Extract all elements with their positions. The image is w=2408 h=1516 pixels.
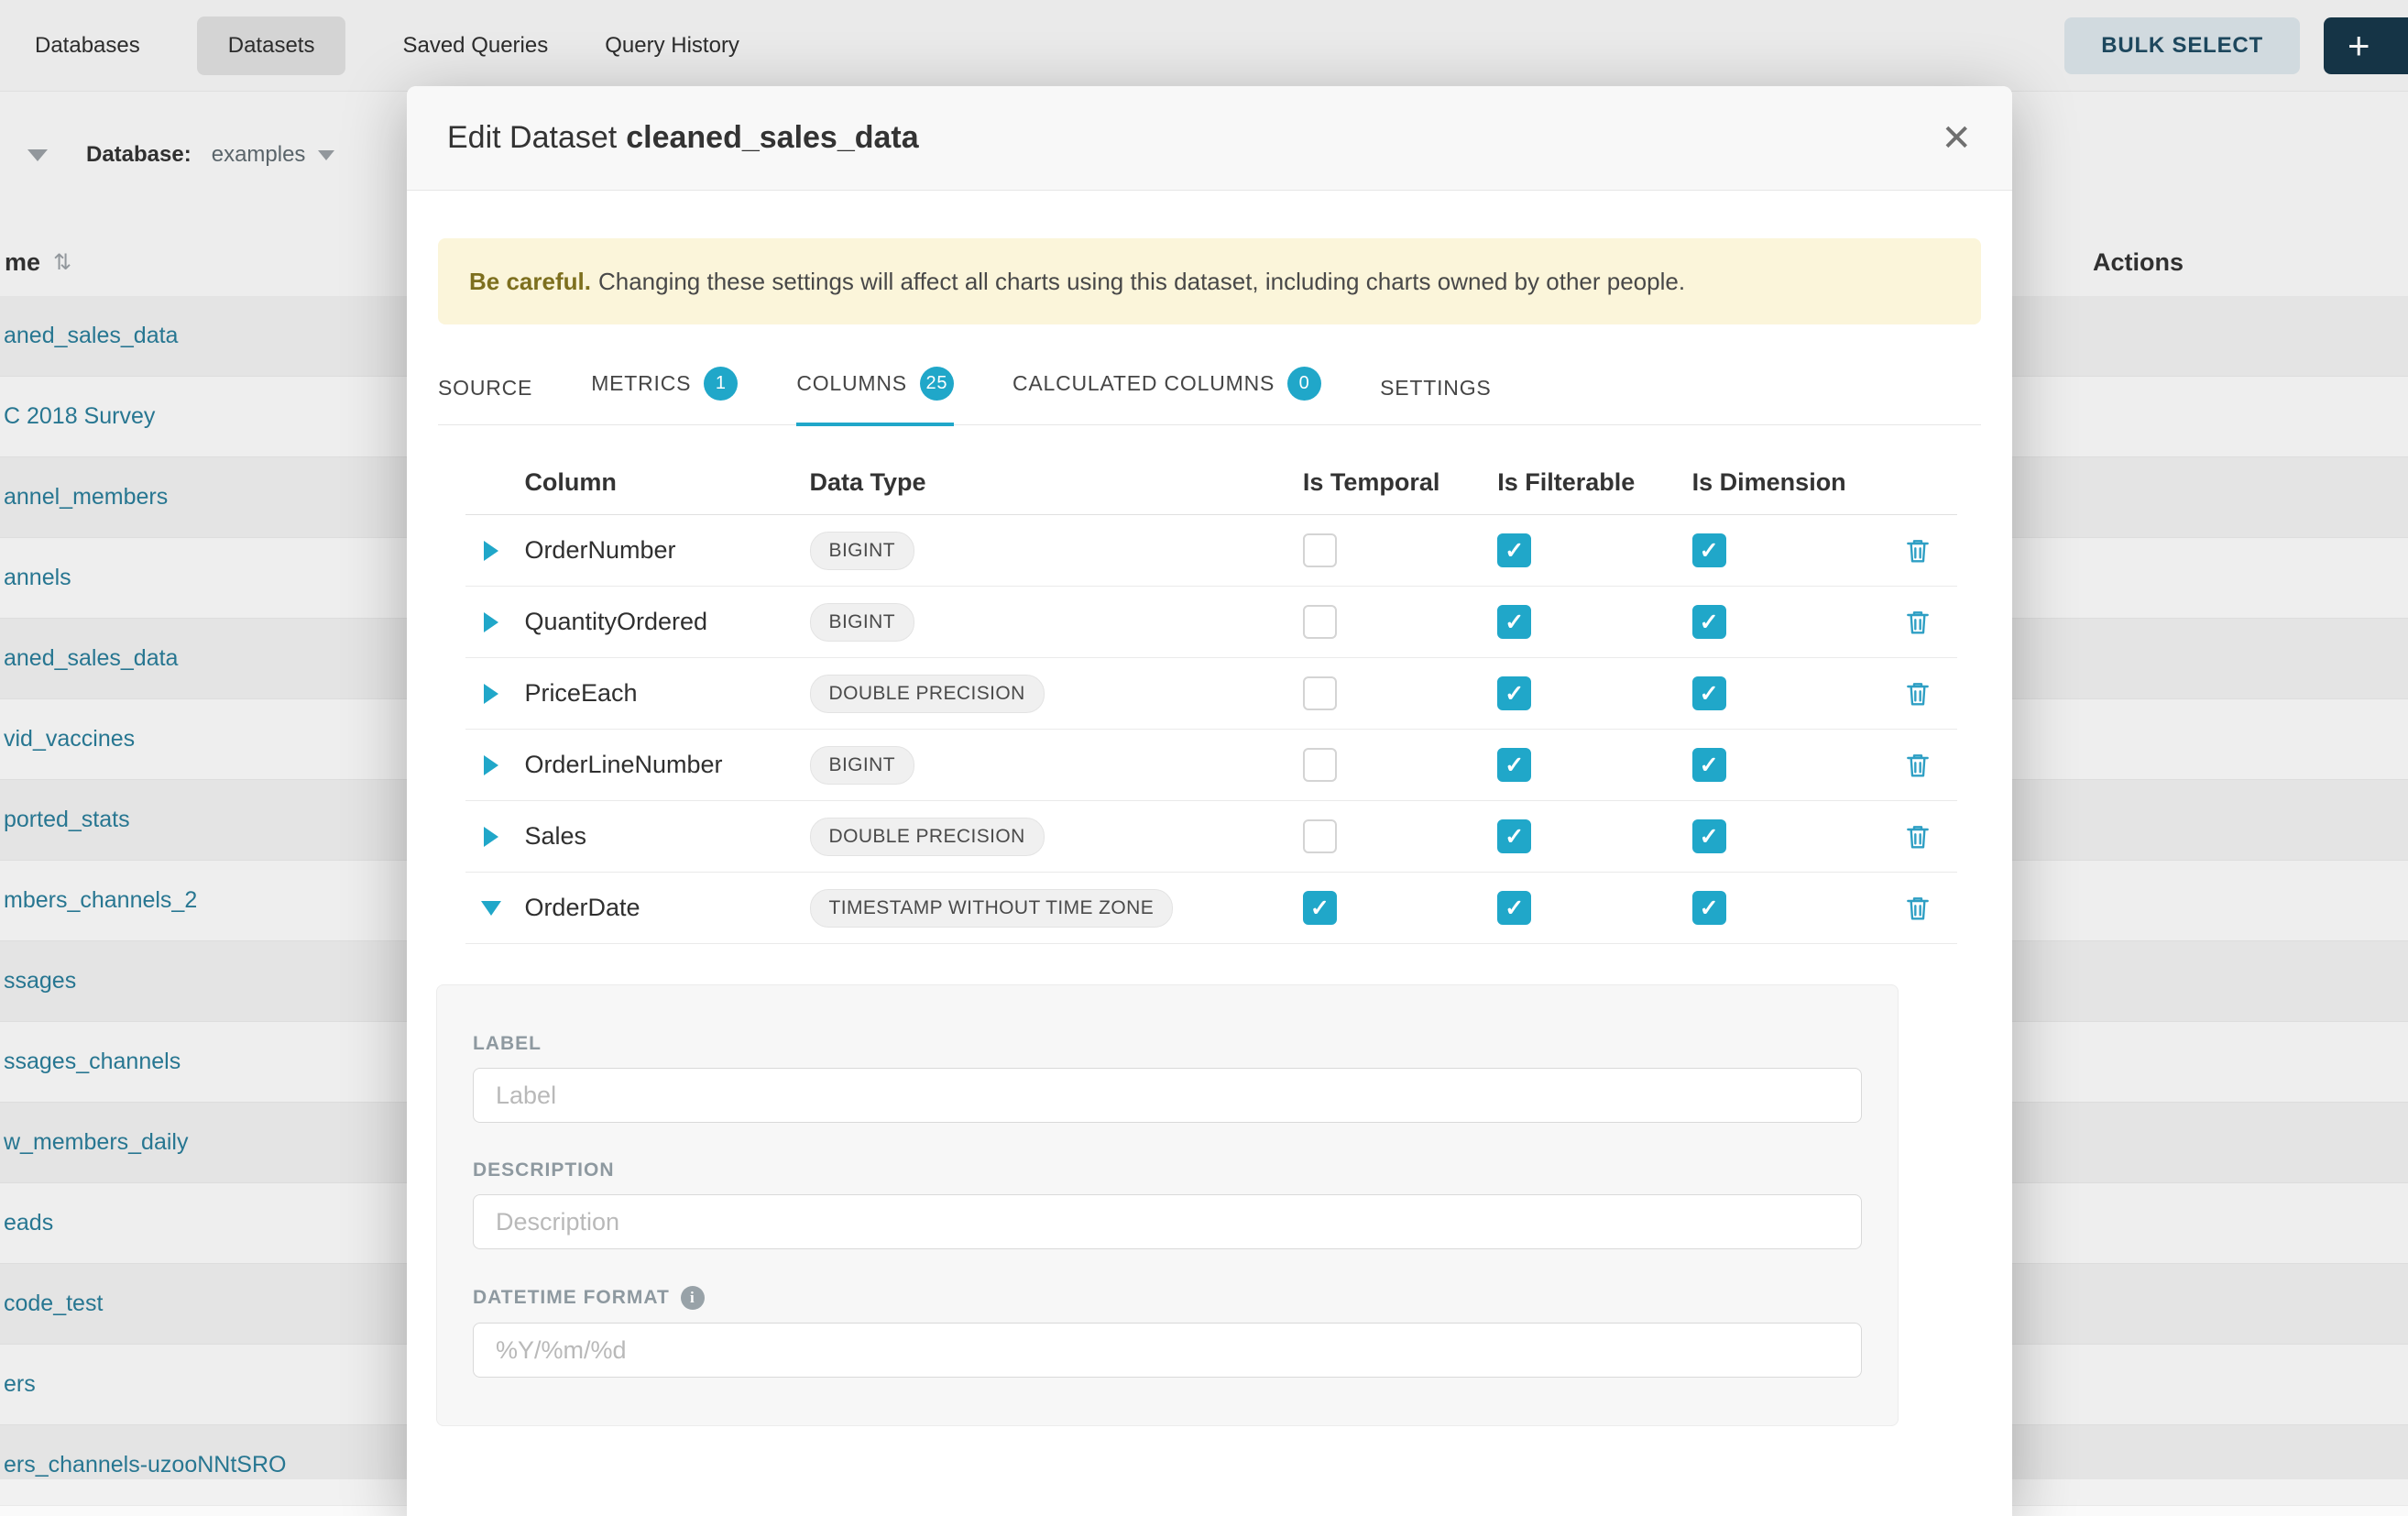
column-row: PriceEach DOUBLE PRECISION (465, 658, 1957, 730)
description-input[interactable] (473, 1194, 1862, 1249)
tab-calculated-columns[interactable]: CALCULATED COLUMNS 0 (1012, 367, 1321, 424)
tab-settings[interactable]: SETTINGS (1380, 376, 1491, 424)
is-temporal-checkbox[interactable] (1303, 819, 1337, 853)
data-type-pill: TIMESTAMP WITHOUT TIME ZONE (810, 889, 1174, 928)
close-icon[interactable]: ✕ (1941, 120, 1972, 157)
is-dimension-checkbox[interactable] (1692, 676, 1726, 710)
expand-caret-icon[interactable] (484, 684, 498, 704)
is-filterable-checkbox[interactable] (1497, 748, 1531, 782)
tab-label: CALCULATED COLUMNS (1012, 371, 1275, 396)
info-icon[interactable]: i (681, 1286, 705, 1310)
is-temporal-checkbox[interactable] (1303, 748, 1337, 782)
column-name: OrderLineNumber (524, 751, 809, 779)
expand-caret-icon[interactable] (484, 541, 498, 561)
tab-label: COLUMNS (796, 371, 907, 396)
data-type-pill: DOUBLE PRECISION (810, 818, 1045, 856)
data-type-pill: BIGINT (810, 746, 914, 785)
trash-icon[interactable] (1903, 751, 1932, 780)
column-row: OrderLineNumber BIGINT (465, 730, 1957, 801)
label-field-label: LABEL (473, 1033, 1862, 1055)
column-name: PriceEach (524, 679, 809, 708)
column-name: OrderNumber (524, 536, 809, 565)
trash-icon[interactable] (1903, 822, 1932, 851)
header-data-type: Data Type (810, 468, 1297, 497)
is-dimension-checkbox[interactable] (1692, 748, 1726, 782)
is-filterable-checkbox[interactable] (1497, 676, 1531, 710)
metrics-count-badge: 1 (704, 367, 738, 401)
tab-columns[interactable]: COLUMNS 25 (796, 367, 954, 424)
tab-label: SOURCE (438, 376, 532, 401)
column-name: QuantityOrdered (524, 608, 809, 636)
is-filterable-checkbox[interactable] (1497, 819, 1531, 853)
header-is-dimension: Is Dimension (1687, 468, 1903, 497)
warning-banner: Be careful. Changing these settings will … (438, 238, 1981, 324)
trash-icon[interactable] (1903, 679, 1932, 709)
expand-caret-icon[interactable] (484, 827, 498, 847)
is-filterable-checkbox[interactable] (1497, 533, 1531, 567)
edit-dataset-modal: Edit Dataset cleaned_sales_data ✕ Be care… (407, 86, 2012, 1516)
column-row: OrderDate TIMESTAMP WITHOUT TIME ZONE (465, 873, 1957, 944)
description-field-label: DESCRIPTION (473, 1159, 1862, 1181)
tab-metrics[interactable]: METRICS 1 (591, 367, 738, 424)
expand-caret-icon[interactable] (481, 901, 501, 916)
columns-count-badge: 25 (920, 367, 954, 401)
tab-label: METRICS (591, 371, 691, 396)
is-dimension-checkbox[interactable] (1692, 533, 1726, 567)
modal-dataset-name: cleaned_sales_data (626, 120, 918, 155)
datetime-format-input[interactable] (473, 1323, 1862, 1378)
warning-text: Changing these settings will affect all … (598, 268, 1685, 295)
is-filterable-checkbox[interactable] (1497, 891, 1531, 925)
label-field: LABEL (473, 1033, 1862, 1123)
trash-icon[interactable] (1903, 894, 1932, 923)
column-detail-panel: LABEL DESCRIPTION DATETIME FORMAT i (436, 984, 1899, 1426)
column-name: Sales (524, 822, 809, 851)
is-dimension-checkbox[interactable] (1692, 819, 1726, 853)
warning-bold-text: Be careful. (469, 268, 591, 295)
is-temporal-checkbox[interactable] (1303, 891, 1337, 925)
header-is-temporal: Is Temporal (1297, 468, 1492, 497)
column-row: OrderNumber BIGINT (465, 515, 1957, 587)
header-is-filterable: Is Filterable (1492, 468, 1686, 497)
data-type-pill: BIGINT (810, 532, 914, 570)
trash-icon[interactable] (1903, 536, 1932, 566)
is-temporal-checkbox[interactable] (1303, 605, 1337, 639)
calculated-columns-count-badge: 0 (1287, 367, 1321, 401)
column-row: QuantityOrdered BIGINT (465, 587, 1957, 658)
is-dimension-checkbox[interactable] (1692, 891, 1726, 925)
expand-caret-icon[interactable] (484, 755, 498, 775)
label-input[interactable] (473, 1068, 1862, 1123)
datetime-format-field: DATETIME FORMAT i (473, 1286, 1862, 1378)
tab-source[interactable]: SOURCE (438, 376, 532, 424)
tab-label: SETTINGS (1380, 376, 1491, 401)
data-type-pill: BIGINT (810, 603, 914, 642)
modal-title: Edit Dataset cleaned_sales_data (447, 120, 919, 156)
is-temporal-checkbox[interactable] (1303, 533, 1337, 567)
column-name: OrderDate (524, 894, 809, 922)
is-dimension-checkbox[interactable] (1692, 605, 1726, 639)
expand-caret-icon[interactable] (484, 612, 498, 632)
data-type-pill: DOUBLE PRECISION (810, 675, 1045, 713)
is-filterable-checkbox[interactable] (1497, 605, 1531, 639)
columns-table-header: Column Data Type Is Temporal Is Filterab… (465, 451, 1957, 515)
is-temporal-checkbox[interactable] (1303, 676, 1337, 710)
modal-title-prefix: Edit Dataset (447, 120, 617, 155)
modal-header: Edit Dataset cleaned_sales_data ✕ (407, 86, 2012, 191)
column-row: Sales DOUBLE PRECISION (465, 801, 1957, 873)
description-field: DESCRIPTION (473, 1159, 1862, 1249)
trash-icon[interactable] (1903, 608, 1932, 637)
datetime-format-label: DATETIME FORMAT (473, 1287, 670, 1309)
modal-tabs: SOURCE METRICS 1 COLUMNS 25 CALCULATED C… (438, 367, 1981, 425)
header-column: Column (524, 468, 809, 497)
columns-table: Column Data Type Is Temporal Is Filterab… (465, 451, 1957, 944)
